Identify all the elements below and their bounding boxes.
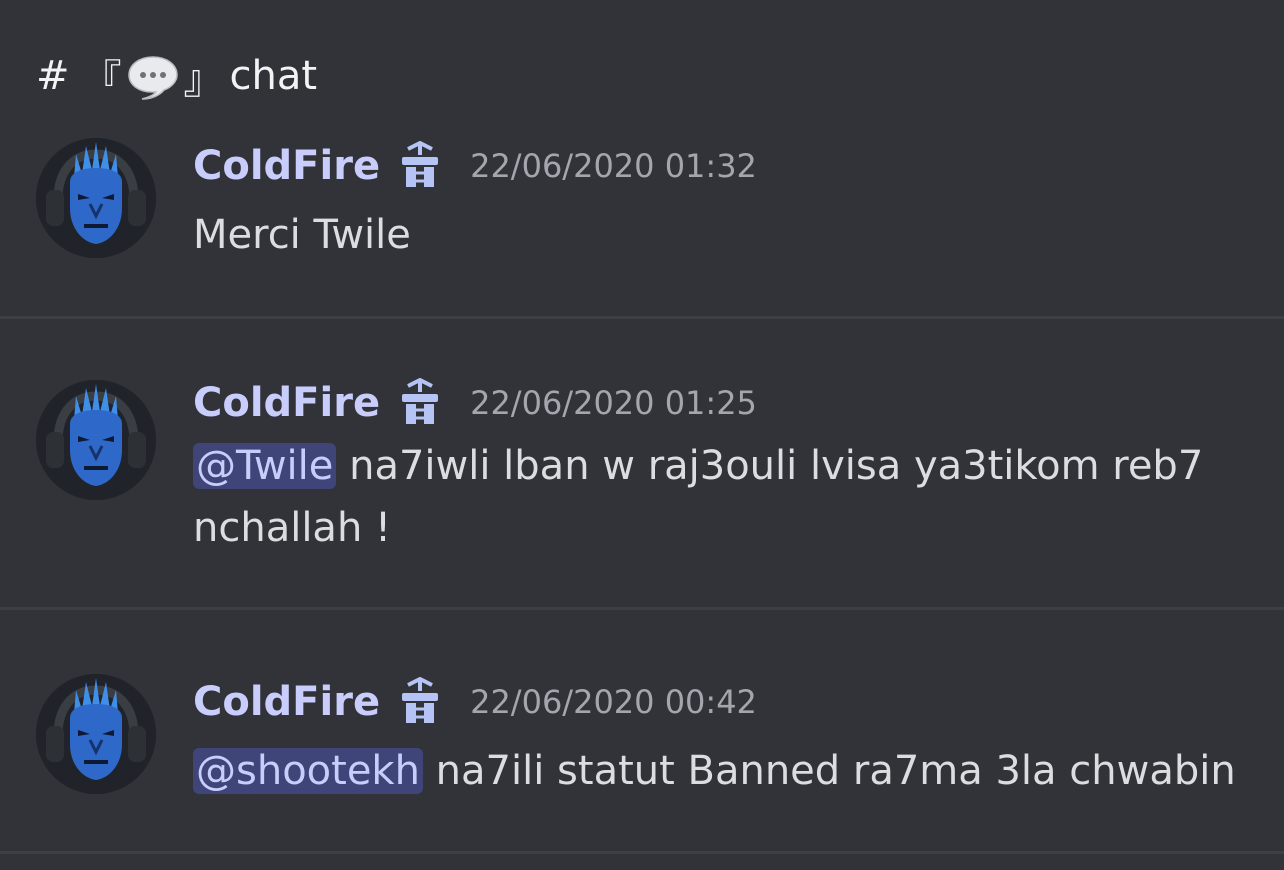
- user-mention[interactable]: @shootekh: [193, 748, 423, 794]
- message-content: Merci Twile: [193, 204, 1253, 266]
- timestamp: 22/06/2020 01:25: [470, 384, 757, 422]
- timestamp: 22/06/2020 00:42: [470, 683, 757, 721]
- user-mention[interactable]: @Twile: [193, 443, 337, 489]
- message-content: @shootekh na7ili statut Banned ra7ma 3la…: [193, 740, 1253, 802]
- message-text: Merci Twile: [193, 212, 411, 258]
- message-item[interactable]: ColdFire 22/06/2020 00:42 @shootekh na7i…: [0, 610, 1284, 854]
- message-item[interactable]: ColdFire 22/06/2020 01:25 @Twile na7iwli…: [0, 319, 1284, 610]
- username[interactable]: ColdFire: [193, 143, 380, 189]
- message-header: ColdFire 22/06/2020 01:32: [193, 138, 757, 194]
- message-item[interactable]: ColdFire 22/06/2020 01:32 Merci Twile: [0, 120, 1284, 319]
- channel-hash: #: [36, 53, 70, 99]
- avatar[interactable]: [36, 674, 156, 794]
- timestamp: 22/06/2020 01:32: [470, 147, 757, 185]
- server-tag-badge-icon[interactable]: [398, 676, 442, 727]
- username[interactable]: ColdFire: [193, 380, 380, 426]
- channel-bracket-open: 『: [81, 57, 122, 103]
- server-tag-badge-icon[interactable]: [398, 377, 442, 428]
- avatar[interactable]: [36, 380, 156, 500]
- avatar[interactable]: [36, 138, 156, 258]
- channel-bracket-close: 』: [183, 57, 224, 103]
- username[interactable]: ColdFire: [193, 679, 380, 725]
- channel-header[interactable]: # 『 』 chat: [36, 46, 317, 106]
- chat-view: # 『 』 chat ColdFire 22/06/2020 01:32 Mer…: [0, 0, 1284, 870]
- message-text: na7ili statut Banned ra7ma 3la chwabin: [435, 748, 1236, 794]
- speech-bubble-icon: [126, 54, 180, 100]
- message-content: @Twile na7iwli lban w raj3ouli lvisa ya3…: [193, 435, 1253, 559]
- channel-name: chat: [229, 53, 318, 99]
- server-tag-badge-icon[interactable]: [398, 140, 442, 191]
- message-header: ColdFire 22/06/2020 01:25: [193, 375, 757, 431]
- message-text: na7iwli lban w raj3ouli lvisa ya3tikom r…: [193, 443, 1204, 551]
- message-header: ColdFire 22/06/2020 00:42: [193, 674, 757, 730]
